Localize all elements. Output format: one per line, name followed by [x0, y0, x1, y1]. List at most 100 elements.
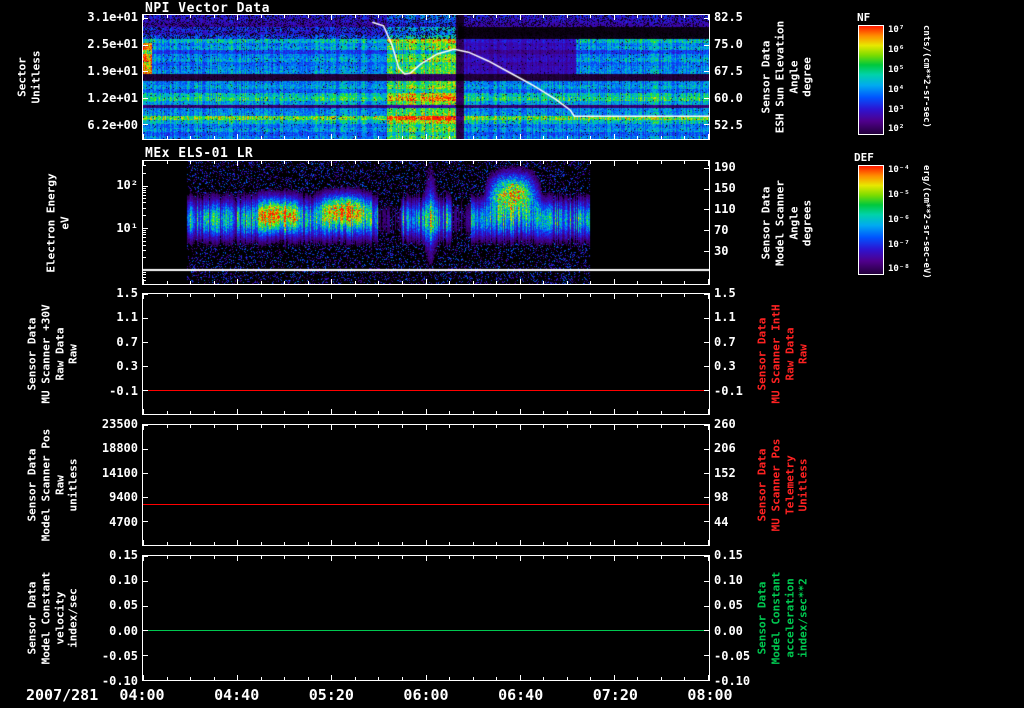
y-minor-tick-mark [143, 194, 146, 196]
time-tick-label: 07:20 [592, 686, 638, 704]
time-tick-mark [190, 425, 191, 428]
time-tick-mark [473, 542, 474, 545]
time-tick-label: 08:00 [687, 686, 733, 704]
time-tick-mark [520, 134, 521, 139]
y-tick-label: -0.1 [109, 383, 138, 398]
time-tick-mark [590, 136, 591, 139]
y-minor-tick-mark [143, 237, 146, 239]
y-tick-label: 206 [714, 441, 736, 456]
time-tick-mark [355, 677, 356, 680]
time-tick-mark [543, 281, 544, 284]
y-tick-mark [143, 630, 148, 632]
time-tick-mark [237, 675, 238, 680]
time-tick-mark [331, 556, 332, 561]
y-tick-label: 1.2e+01 [87, 91, 138, 106]
time-tick-mark [520, 425, 521, 430]
time-tick-mark [426, 409, 427, 414]
time-tick-mark [190, 15, 191, 18]
time-tick-mark [190, 542, 191, 545]
time-tick-mark [520, 15, 521, 20]
time-tick-mark [473, 136, 474, 139]
colorbar-title-def: DEF [854, 151, 874, 164]
time-tick-mark [237, 425, 238, 430]
time-tick-mark [237, 294, 238, 299]
time-tick-mark [355, 281, 356, 284]
time-tick-mark [449, 677, 450, 680]
time-tick-mark [473, 556, 474, 559]
time-tick-mark [567, 542, 568, 545]
time-tick-mark [684, 677, 685, 680]
time-tick-mark [590, 677, 591, 680]
y-tick-mark [143, 449, 148, 450]
time-tick-mark [496, 281, 497, 284]
y-minor-tick-mark [143, 250, 146, 252]
y-tick-label: 52.5 [714, 118, 743, 132]
time-tick-mark [331, 15, 332, 20]
time-tick-mark [637, 425, 638, 428]
time-tick-mark [684, 161, 685, 164]
y-minor-tick-mark [143, 172, 146, 174]
y-tick-label: 0.15 [109, 548, 138, 562]
time-tick-mark [614, 279, 615, 284]
time-tick-mark [473, 281, 474, 284]
y-tick-label: 1.1 [116, 310, 138, 325]
time-tick-mark [708, 134, 709, 139]
y-tick-mark [143, 473, 148, 474]
y-tick-label: 0.3 [714, 359, 736, 374]
time-tick-mark [543, 294, 544, 297]
y-tick-mark [704, 188, 709, 190]
y-tick-label: 3.1e+01 [87, 10, 138, 25]
colorbar-tick-label: 10³ [888, 104, 905, 115]
time-tick-mark [190, 411, 191, 414]
time-tick-mark [520, 540, 521, 545]
y-tick-mark [143, 44, 148, 46]
time-tick-mark [567, 556, 568, 559]
y-tick-label: -0.1 [714, 383, 743, 398]
colorbar-tick-label: 10⁻⁴ [888, 165, 910, 176]
time-tick-mark [473, 677, 474, 680]
time-tick-mark [143, 134, 144, 139]
time-tick-mark [614, 675, 615, 680]
time-tick-mark [590, 161, 591, 164]
time-tick-label: 06:00 [403, 686, 449, 704]
time-tick-mark [449, 556, 450, 559]
time-tick-mark [449, 294, 450, 297]
y-tick-mark [704, 390, 709, 391]
time-tick-mark [308, 425, 309, 428]
line-panel-model-velocity [142, 555, 710, 681]
y-tick-mark [704, 680, 709, 681]
y-tick-label: 67.5 [714, 63, 743, 78]
y-tick-label: 44 [714, 514, 729, 529]
y-tick-mark [143, 605, 148, 607]
colorbar-def [858, 165, 884, 275]
y-tick-mark [704, 521, 709, 522]
y-tick-label: 0.10 [714, 573, 743, 588]
time-tick-mark [567, 677, 568, 680]
y-tick-mark [704, 630, 709, 632]
time-tick-mark [684, 294, 685, 297]
time-tick-mark [355, 136, 356, 139]
time-tick-mark [496, 161, 497, 164]
time-tick-mark [661, 556, 662, 559]
time-tick-mark [496, 556, 497, 559]
time-tick-mark [214, 281, 215, 284]
time-tick-mark [590, 556, 591, 559]
colorbar-tick-label: 10⁻⁷ [888, 239, 910, 250]
time-tick-mark [449, 136, 450, 139]
time-tick-mark [355, 425, 356, 428]
y-tick-mark [704, 449, 709, 450]
time-tick-mark [543, 556, 544, 559]
time-tick-mark [284, 294, 285, 297]
y-tick-mark [143, 342, 148, 343]
y-minor-tick-mark [143, 229, 146, 231]
time-tick-mark [167, 556, 168, 559]
y-minor-tick-mark [143, 244, 146, 246]
y-axis-label-left: Sector Unitless [15, 50, 42, 104]
time-tick-mark [567, 15, 568, 18]
time-tick-label: 05:20 [308, 686, 354, 704]
time-tick-mark [637, 411, 638, 414]
y-minor-tick-mark [143, 202, 146, 204]
npi-spectrogram-canvas [143, 15, 709, 139]
time-tick-mark [520, 409, 521, 414]
y-tick-mark [143, 390, 148, 391]
